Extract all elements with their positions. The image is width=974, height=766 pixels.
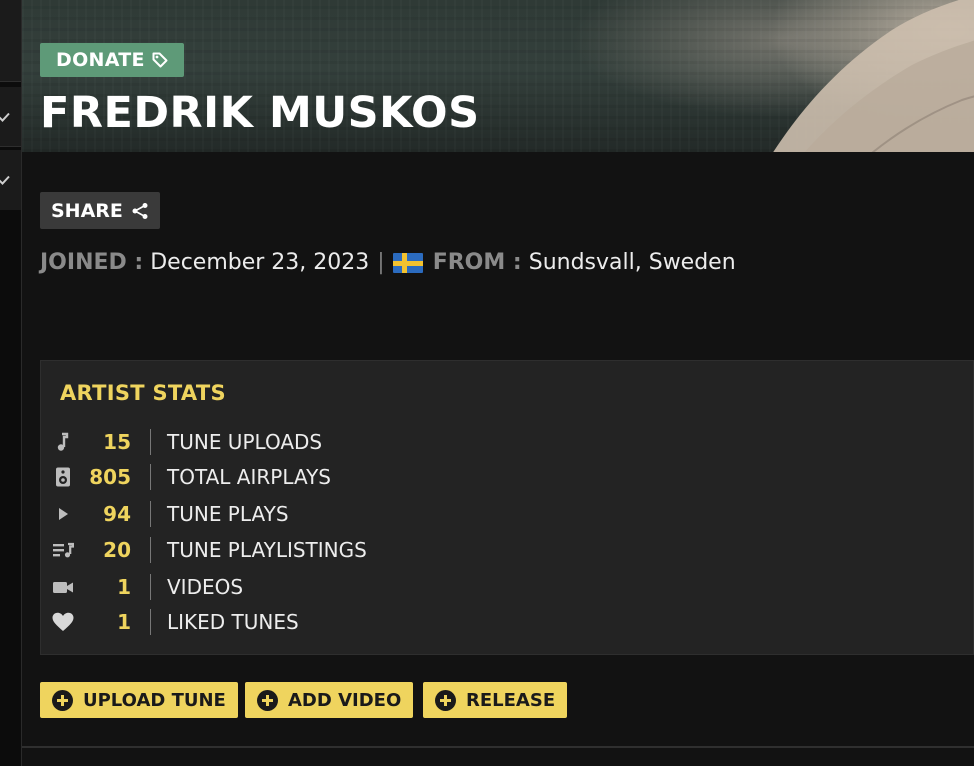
share-icon [132, 202, 148, 219]
joined-label: JOINED : [40, 250, 144, 275]
section-divider [22, 746, 974, 748]
tag-icon [152, 52, 168, 68]
heart-icon [52, 612, 74, 631]
share-label: SHARE [51, 199, 123, 222]
playlist-icon [53, 542, 74, 558]
stat-value: 15 [103, 430, 131, 454]
donate-label: DONATE [56, 49, 145, 71]
stat-divider [150, 429, 151, 455]
banner-photo-hand [773, 0, 974, 152]
stat-label: VIDEOS [167, 575, 244, 599]
stat-label: TUNE PLAYLISTINGS [167, 538, 367, 562]
release-label: RELEASE [466, 689, 556, 711]
sidebar-item[interactable] [0, 0, 21, 82]
stat-label: TUNE PLAYS [167, 502, 289, 526]
stat-value: 94 [103, 502, 131, 526]
stat-label: TOTAL AIRPLAYS [167, 465, 331, 489]
stat-divider [150, 464, 151, 490]
stat-value: 1 [117, 575, 131, 599]
stat-row: 94 TUNE PLAYS [41, 499, 641, 529]
plus-circle-icon [52, 689, 73, 711]
from-location: Sundsvall, Sweden [528, 250, 736, 275]
plus-circle-icon [435, 689, 456, 711]
stat-row: 1 VIDEOS [41, 572, 641, 602]
video-camera-icon [53, 582, 73, 593]
release-button[interactable]: RELEASE [423, 682, 568, 718]
artist-name: FREDRIK MUSKOS [40, 88, 480, 138]
stat-row: 1 LIKED TUNES [41, 607, 641, 637]
plus-circle-icon [257, 689, 278, 711]
profile-meta: JOINED : December 23, 2023 | FROM : Sund… [40, 250, 736, 275]
stat-value: 805 [89, 465, 131, 489]
upload-tune-button[interactable]: UPLOAD TUNE [40, 682, 238, 718]
stat-label: LIKED TUNES [167, 610, 299, 634]
sidebar-item[interactable] [0, 87, 21, 147]
stat-row: 805 TOTAL AIRPLAYS [41, 462, 641, 492]
left-sidebar [0, 0, 22, 766]
stat-divider [150, 574, 151, 600]
add-video-button[interactable]: ADD VIDEO [245, 682, 414, 718]
artist-stats-panel: ARTIST STATS 15 TUNE UPLOADS 805 TOTAL A… [40, 360, 974, 655]
music-note-icon [57, 432, 69, 451]
meta-separator: | [377, 250, 385, 275]
stats-title: ARTIST STATS [60, 381, 226, 405]
upload-tune-label: UPLOAD TUNE [83, 689, 226, 711]
add-video-label: ADD VIDEO [288, 689, 402, 711]
sweden-flag-icon [392, 252, 423, 273]
stat-divider [150, 609, 151, 635]
stat-row: 15 TUNE UPLOADS [41, 427, 641, 457]
donate-button[interactable]: DONATE [40, 43, 184, 77]
stat-label: TUNE UPLOADS [167, 430, 323, 454]
speaker-icon [56, 467, 70, 487]
stat-value: 20 [103, 538, 131, 562]
joined-date: December 23, 2023 [150, 250, 370, 275]
stat-divider [150, 537, 151, 563]
share-button[interactable]: SHARE [40, 192, 160, 229]
from-label: FROM : [432, 250, 522, 275]
check-icon [0, 112, 10, 122]
stat-divider [150, 501, 151, 527]
check-icon [0, 175, 10, 185]
stat-value: 1 [117, 610, 131, 634]
sidebar-item[interactable] [0, 150, 21, 210]
play-icon [59, 508, 68, 520]
stat-row: 20 TUNE PLAYLISTINGS [41, 535, 641, 565]
